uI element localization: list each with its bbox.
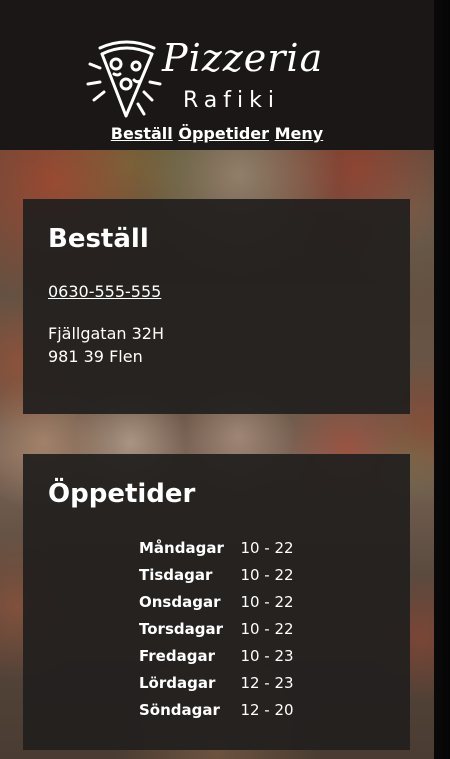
phone-link[interactable]: 0630-555-555 — [48, 281, 161, 303]
pizza-slice-icon — [86, 40, 162, 118]
hours-row: Fredagar 10 - 23 — [139, 645, 339, 667]
hours-day: Onsdagar — [139, 593, 221, 611]
logo-title: Pizzeria — [162, 36, 324, 80]
hours-time: 10 - 22 — [240, 539, 294, 557]
scrollbar-gutter — [434, 0, 450, 759]
hours-row: Lördagar 12 - 23 — [139, 672, 339, 694]
hours-row: Onsdagar 10 - 22 — [139, 591, 339, 613]
address-postal: 981 39 Flen — [48, 347, 143, 366]
hours-heading: Öppetider — [48, 479, 196, 509]
hours-time: 10 - 23 — [240, 647, 294, 665]
logo[interactable]: Pizzeria Rafiki — [86, 34, 336, 120]
hours-card: Öppetider Måndagar 10 - 22 Tisdagar 10 -… — [23, 454, 410, 750]
hours-time: 12 - 20 — [240, 701, 294, 719]
hours-day: Tisdagar — [139, 566, 213, 584]
nav-link-oppetider[interactable]: Öppetider — [178, 124, 269, 143]
hours-day: Lördagar — [139, 674, 216, 692]
hours-row: Torsdagar 10 - 22 — [139, 618, 339, 640]
hours-time: 10 - 22 — [240, 593, 294, 611]
hours-row: Tisdagar 10 - 22 — [139, 564, 339, 586]
page: Pizzeria Rafiki Beställ Öppetider Meny B… — [0, 0, 434, 759]
hours-time: 10 - 22 — [240, 620, 294, 638]
nav-link-bestall[interactable]: Beställ — [111, 124, 173, 143]
logo-subtitle: Rafiki — [183, 88, 280, 113]
nav-link-meny[interactable]: Meny — [275, 124, 324, 143]
hours-row: Måndagar 10 - 22 — [139, 537, 339, 559]
order-card: Beställ 0630-555-555 Fjällgatan 32H 981 … — [23, 199, 410, 414]
address-street: Fjällgatan 32H — [48, 324, 164, 343]
site-header: Pizzeria Rafiki Beställ Öppetider Meny — [0, 0, 434, 150]
hours-day: Söndagar — [139, 701, 220, 719]
hours-time: 10 - 22 — [240, 566, 294, 584]
hours-day: Fredagar — [139, 647, 215, 665]
hours-day: Torsdagar — [139, 620, 223, 638]
hours-day: Måndagar — [139, 539, 224, 557]
hours-time: 12 - 23 — [240, 674, 294, 692]
hours-row: Söndagar 12 - 20 — [139, 699, 339, 721]
order-heading: Beställ — [48, 224, 149, 254]
main-nav: Beställ Öppetider Meny — [0, 123, 434, 145]
